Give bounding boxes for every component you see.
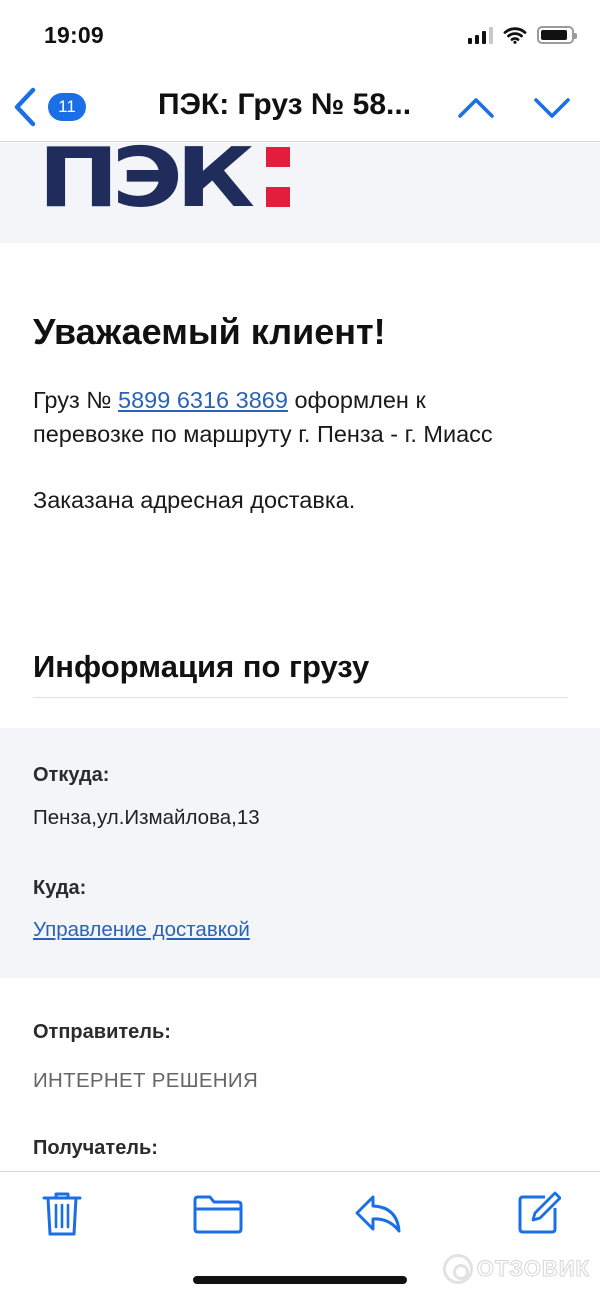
- pek-logo-colon: [266, 145, 290, 207]
- cargo-info-heading: Информация по грузу: [33, 649, 370, 684]
- otzovik-watermark: ОТЗОВИК: [442, 1254, 590, 1284]
- cargo-number-link[interactable]: 5899 6316 3869: [118, 387, 288, 413]
- chevron-up-icon: [458, 98, 494, 118]
- previous-message-button[interactable]: [454, 86, 498, 130]
- status-time: 19:09: [44, 22, 104, 48]
- trash-icon: [42, 1192, 82, 1236]
- email-header-band: ПЭК: [0, 143, 600, 243]
- compose-button[interactable]: [510, 1186, 566, 1242]
- next-message-button[interactable]: [530, 86, 574, 130]
- delete-button[interactable]: [34, 1186, 90, 1242]
- delivery-note: Заказана адресная доставка.: [33, 487, 356, 513]
- cargo-suffix: оформлен к: [294, 387, 426, 413]
- compose-icon: [518, 1191, 561, 1234]
- folder-icon: [193, 1195, 243, 1234]
- wifi-icon: [503, 27, 527, 44]
- status-bar: 19:09: [0, 0, 600, 72]
- cellular-signal-icon: [468, 26, 493, 44]
- battery-level: [541, 30, 568, 40]
- watermark-text: ОТЗОВИК: [476, 1256, 590, 1282]
- to-value: Управление доставкой: [33, 918, 250, 942]
- sender-label: Отправитель:: [33, 1021, 171, 1043]
- chevron-left-icon: [14, 87, 36, 127]
- from-label: Откуда:: [33, 764, 110, 786]
- route-line: перевозке по маршруту г. Пенза - г. Миас…: [33, 421, 493, 447]
- back-button[interactable]: 11: [12, 84, 102, 130]
- email-body[interactable]: ПЭК Уважаемый клиент! Груз № 5899 6316 3…: [0, 143, 600, 1171]
- recipient-label: Получатель:: [33, 1137, 158, 1159]
- section-divider: [33, 697, 568, 698]
- pek-logo-text: ПЭК: [38, 143, 255, 226]
- cargo-prefix: Груз №: [33, 387, 112, 413]
- cargo-paragraph: Груз № 5899 6316 3869 оформлен к перевоз…: [33, 383, 493, 451]
- mail-nav-bar: 11 ПЭК: Груз № 58...: [0, 72, 600, 142]
- from-value: Пенза,ул.Измайлова,13: [33, 806, 260, 829]
- battery-icon: [537, 26, 577, 44]
- otzovik-logo-icon: [442, 1254, 473, 1284]
- greeting-heading: Уважаемый клиент!: [33, 311, 386, 352]
- reply-icon: [355, 1195, 401, 1233]
- message-subject-title: ПЭК: Груз № 58...: [158, 88, 412, 121]
- unread-count-badge: 11: [48, 93, 86, 121]
- move-to-folder-button[interactable]: [190, 1186, 246, 1242]
- home-indicator[interactable]: [193, 1276, 407, 1284]
- chevron-down-icon: [534, 98, 570, 118]
- reply-button[interactable]: [350, 1186, 406, 1242]
- to-label: Куда:: [33, 877, 87, 899]
- route-info-block: Откуда: Пенза,ул.Измайлова,13 Куда: Упра…: [0, 728, 600, 978]
- sender-value: ИНТЕРНЕТ РЕШЕНИЯ: [33, 1069, 259, 1092]
- manage-delivery-link[interactable]: Управление доставкой: [33, 918, 250, 941]
- status-icons: [468, 26, 577, 44]
- pek-logo: ПЭК: [38, 143, 255, 220]
